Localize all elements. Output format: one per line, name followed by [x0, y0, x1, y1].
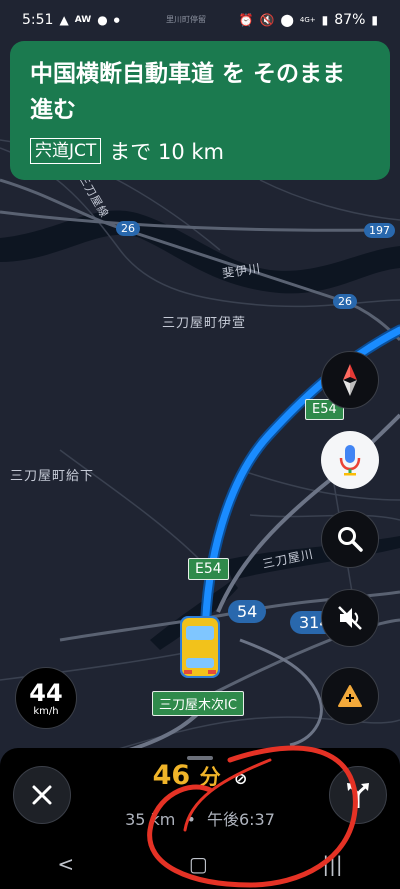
freehand-annotation: [147, 745, 358, 888]
